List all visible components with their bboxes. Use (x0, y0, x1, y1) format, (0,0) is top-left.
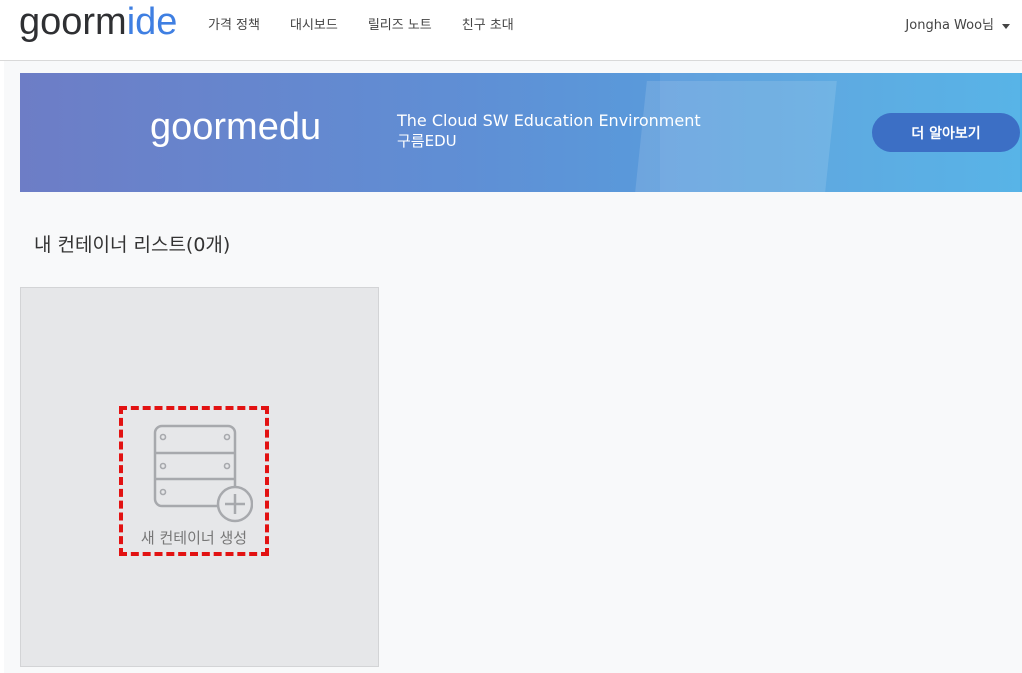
logo-goorm: goorm (19, 1, 127, 43)
nav-dashboard[interactable]: 대시보드 (290, 17, 338, 35)
user-menu[interactable]: Jongha Woo님 (905, 17, 1010, 35)
caret-down-icon (1002, 23, 1010, 29)
banner-tagline: The Cloud SW Education Environment (397, 111, 701, 130)
create-container-button[interactable]: 새 컨테이너 생성 (119, 406, 269, 556)
nav-release-notes[interactable]: 릴리즈 노트 (368, 17, 432, 35)
main-nav: 가격 정책 대시보드 릴리즈 노트 친구 초대 (208, 17, 544, 35)
goormedu-banner[interactable]: goormedu The Cloud SW Education Environm… (20, 73, 1022, 192)
server-add-icon (153, 424, 253, 523)
nav-invite-friends[interactable]: 친구 초대 (462, 17, 514, 35)
main-content: goormedu The Cloud SW Education Environm… (4, 61, 1022, 673)
learn-more-button[interactable]: 더 알아보기 (872, 113, 1020, 152)
goormedu-logo: goormedu (150, 106, 322, 148)
banner-screen-graphic (633, 81, 837, 192)
goormide-logo[interactable]: goormide (19, 2, 177, 42)
user-name: Jongha Woo님 (905, 18, 994, 33)
nav-pricing[interactable]: 가격 정책 (208, 17, 260, 35)
container-list-title: 내 컨테이너 리스트(0개) (34, 234, 231, 256)
banner-subtitle: 구름EDU (397, 132, 457, 150)
new-container-card[interactable]: 새 컨테이너 생성 (20, 287, 379, 667)
create-container-label: 새 컨테이너 생성 (140, 529, 248, 547)
logo-ide: ide (126, 1, 178, 43)
top-navbar: goormide 가격 정책 대시보드 릴리즈 노트 친구 초대 Jongha … (0, 0, 1022, 61)
